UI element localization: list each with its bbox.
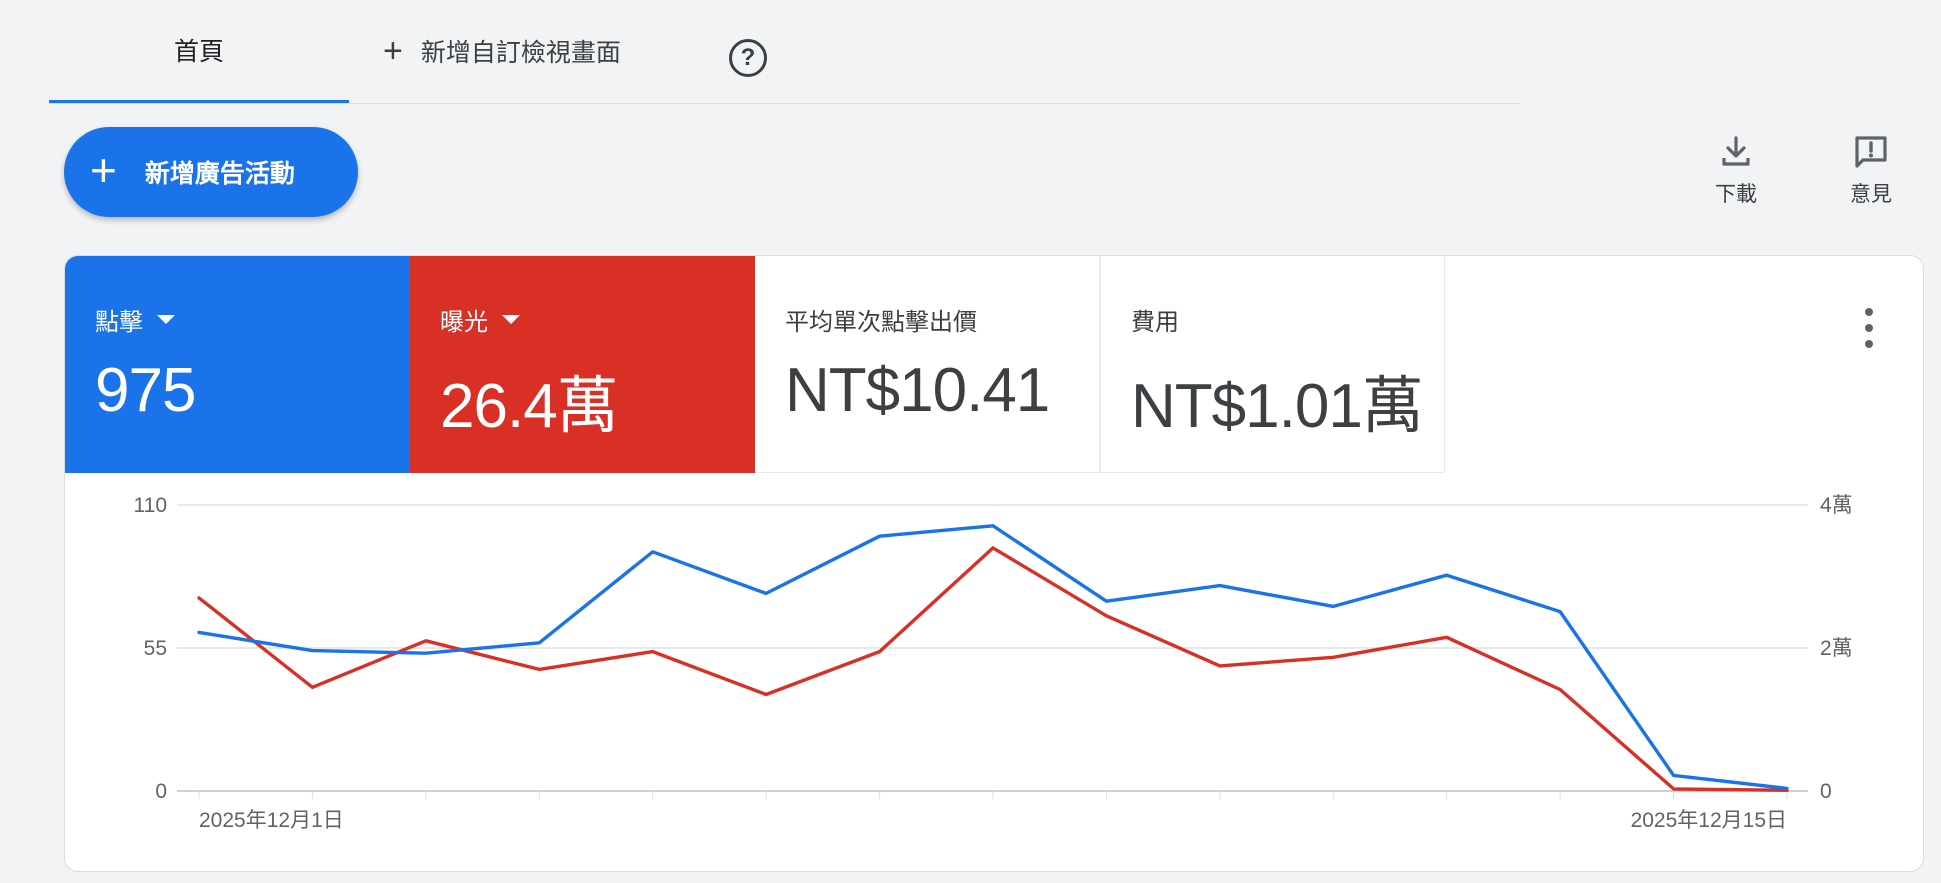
new-campaign-button[interactable]: + 新增廣告活動 xyxy=(64,127,358,217)
help-icon[interactable]: ? xyxy=(729,39,767,77)
metric-cost-value: NT$1.01萬 xyxy=(1131,372,1424,441)
metric-cost[interactable]: 費用 NT$1.01萬 xyxy=(1100,256,1445,473)
metric-clicks[interactable]: 點擊 975 xyxy=(65,256,410,473)
new-campaign-label: 新增廣告活動 xyxy=(144,160,295,188)
metric-cost-label: 費用 xyxy=(1131,309,1179,336)
metric-avg-cpc-label: 平均單次點擊出價 xyxy=(785,309,977,336)
right-axis-tick: 2萬 xyxy=(1820,637,1853,660)
metric-clicks-value: 975 xyxy=(95,356,196,425)
plus-icon: + xyxy=(383,32,403,70)
overview-card: 點擊 975 曝光 26.4萬 平均單次點擊出價 NT$10.41 費用 NT$… xyxy=(64,255,1924,872)
metric-avg-cpc-value: NT$10.41 xyxy=(785,356,1050,425)
feedback-button[interactable]: 意見 xyxy=(1826,132,1916,212)
tab-home[interactable]: 首頁 xyxy=(49,0,349,103)
metric-impressions-label-row: 曝光 xyxy=(440,302,755,337)
right-axis-tick: 4萬 xyxy=(1820,494,1853,517)
download-button[interactable]: 下載 xyxy=(1691,132,1781,212)
x-axis-tick-end: 2025年12月15日 xyxy=(1631,809,1787,832)
performance-chart: 0 55 110 0 2萬 4萬 2025年12月1日 2025年12月15日 xyxy=(134,494,1853,832)
metric-impressions[interactable]: 曝光 26.4萬 xyxy=(410,256,755,473)
left-axis-tick: 110 xyxy=(134,494,167,517)
series-line-clicks xyxy=(197,524,1789,791)
download-label: 下載 xyxy=(1715,183,1757,206)
more-vert-icon[interactable] xyxy=(1863,308,1875,348)
tab-bar: 首頁 + 新增自訂檢視畫面 ? xyxy=(49,0,1519,104)
metric-clicks-label-row: 點擊 xyxy=(95,302,410,337)
feedback-label: 意見 xyxy=(1850,183,1892,206)
caret-down-icon xyxy=(502,315,520,324)
series-line-impressions xyxy=(197,546,1789,792)
feedback-icon xyxy=(1855,136,1887,168)
left-axis-tick: 0 xyxy=(155,780,167,803)
caret-down-icon xyxy=(157,315,175,324)
metric-clicks-label: 點擊 xyxy=(95,309,143,336)
download-icon xyxy=(1722,136,1750,166)
tab-add-custom-view[interactable]: + 新增自訂檢視畫面 xyxy=(349,0,621,103)
metric-avg-cpc[interactable]: 平均單次點擊出價 NT$10.41 xyxy=(755,256,1100,473)
x-axis-tick-start: 2025年12月1日 xyxy=(199,809,344,832)
left-axis-tick: 55 xyxy=(144,637,167,660)
right-axis-tick: 0 xyxy=(1820,780,1832,803)
plus-icon: + xyxy=(90,144,117,196)
tab-add-custom-view-label: 新增自訂檢視畫面 xyxy=(420,39,621,67)
metric-impressions-label: 曝光 xyxy=(440,309,488,336)
metric-impressions-value: 26.4萬 xyxy=(440,372,619,441)
